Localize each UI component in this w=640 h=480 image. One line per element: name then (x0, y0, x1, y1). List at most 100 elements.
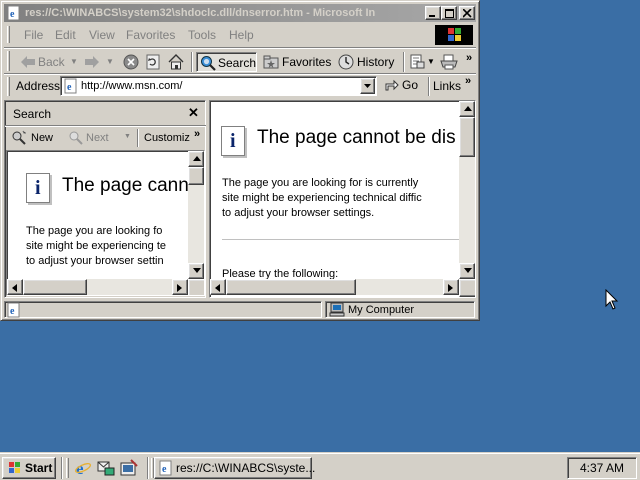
scroll-left-button[interactable] (210, 279, 226, 295)
error-line: The page you are looking for is currentl… (222, 177, 419, 189)
svg-text:e: e (162, 464, 167, 475)
info-icon: i (26, 173, 50, 203)
toolbar-separator (403, 52, 405, 72)
search-next-icon (69, 131, 83, 145)
scroll-thumb[interactable] (23, 279, 87, 295)
addressbar-grip[interactable] (7, 77, 10, 96)
menu-favorites[interactable]: Favorites (126, 28, 175, 42)
links-chevron-icon[interactable]: » (465, 75, 471, 87)
scroll-left-button[interactable] (7, 279, 23, 295)
search-pane-close-icon[interactable]: ✕ (188, 105, 199, 121)
refresh-button[interactable] (144, 52, 162, 72)
scroll-thumb[interactable] (226, 279, 356, 295)
search-toolbar-separator (137, 129, 139, 147)
forward-dropdown-icon[interactable]: ▼ (106, 52, 114, 72)
search-error-line: site might be experiencing te (26, 240, 167, 252)
outlook-express-icon[interactable] (97, 459, 115, 477)
links-button[interactable]: Links (433, 79, 461, 93)
menu-help[interactable]: Help (229, 28, 254, 42)
home-icon (168, 54, 184, 70)
menu-tools[interactable]: Tools (188, 28, 216, 42)
search-button[interactable]: Search (196, 52, 257, 72)
scroll-up-button[interactable] (459, 101, 475, 117)
close-button[interactable] (459, 6, 475, 20)
menu-edit[interactable]: Edit (55, 28, 76, 42)
browser-window: e res://C:\WINABCS\system32\shdoclc.dll/… (0, 0, 480, 321)
search-customize-button[interactable]: Customiz (144, 132, 190, 144)
windows-flag-icon (9, 462, 20, 473)
addressbar-separator (428, 77, 430, 96)
toolbar-chevron-icon[interactable]: » (466, 48, 472, 68)
scroll-corner (188, 279, 204, 295)
content-divider (222, 239, 459, 241)
show-desktop-icon[interactable] (120, 459, 138, 477)
search-pane-content: i The page cann The page you are looking… (6, 150, 205, 296)
clock[interactable]: 4:37 AM (580, 461, 624, 475)
go-arrow-icon (385, 79, 399, 91)
my-computer-icon (329, 302, 345, 317)
chevron-down-icon (364, 84, 371, 88)
refresh-icon (146, 54, 160, 70)
address-dropdown-button[interactable] (360, 78, 375, 94)
menu-file[interactable]: File (24, 28, 43, 42)
error-line: site might be experiencing technical dif… (222, 192, 422, 204)
error-line: to adjust your browser settings. (222, 207, 375, 219)
scroll-corner (459, 279, 475, 297)
status-bar: e My Computer (4, 300, 476, 319)
scroll-thumb[interactable] (459, 117, 475, 157)
back-dropdown-icon[interactable]: ▼ (70, 52, 78, 72)
stop-icon (123, 54, 139, 70)
taskbar: Start e e res://C:\WINABCS\syste... 4:37… (0, 452, 640, 480)
mail-dropdown-icon[interactable]: ▼ (427, 52, 435, 72)
main-vertical-scrollbar[interactable] (459, 101, 475, 279)
taskbar-separator (61, 457, 63, 479)
title-bar[interactable]: e res://C:\WINABCS\system32\shdoclc.dll/… (4, 4, 476, 22)
svg-text:e: e (10, 306, 15, 317)
taskbar-window-button[interactable]: e res://C:\WINABCS\syste... (154, 457, 315, 479)
scroll-right-button[interactable] (443, 279, 459, 295)
address-bar: Address e http://www.msn.com/ Go Links » (4, 73, 476, 98)
mouse-cursor-icon (605, 289, 619, 310)
search-toolbar-chevron-icon[interactable]: » (194, 128, 200, 140)
search-next-dropdown-icon[interactable]: ▼ (124, 133, 131, 140)
search-pane: Search ✕ New Next ▼ Customiz » i The pag… (4, 100, 207, 298)
scroll-right-button[interactable] (172, 279, 188, 295)
minimize-button[interactable] (425, 6, 441, 20)
scroll-thumb[interactable] (188, 167, 204, 185)
menu-view[interactable]: View (89, 28, 115, 42)
forward-arrow-icon (85, 56, 99, 68)
ie-page-icon: e (7, 302, 20, 318)
svg-text:e: e (10, 9, 15, 20)
svg-text:e: e (67, 82, 72, 93)
main-horizontal-scrollbar[interactable] (210, 279, 459, 295)
scroll-down-button[interactable] (459, 263, 475, 279)
search-error-line: to adjust your browser settin (26, 255, 164, 267)
favorites-button[interactable]: Favorites (261, 52, 331, 72)
printer-icon (440, 54, 458, 70)
print-button[interactable] (439, 52, 459, 72)
scroll-down-button[interactable] (188, 263, 204, 279)
maximize-button[interactable] (441, 6, 457, 20)
back-button[interactable]: Back ▼ (18, 52, 78, 72)
quicklaunch-grip[interactable] (66, 458, 69, 478)
stop-button[interactable] (122, 52, 140, 72)
status-zone-label: My Computer (348, 304, 415, 316)
menu-bar: File Edit View Favorites Tools Help (4, 24, 476, 45)
back-arrow-icon (21, 56, 35, 68)
history-button[interactable]: History (337, 52, 397, 72)
history-clock-icon (338, 54, 354, 70)
start-button[interactable]: Start (2, 457, 56, 479)
home-button[interactable] (167, 52, 185, 72)
menu-grip[interactable] (7, 26, 10, 43)
scroll-up-button[interactable] (188, 151, 204, 167)
mail-button[interactable]: ▼ (408, 52, 435, 72)
address-label: Address (16, 79, 61, 93)
address-input[interactable]: e http://www.msn.com/ (60, 76, 377, 96)
forward-button[interactable]: ▼ (84, 52, 118, 72)
toolbar-grip[interactable] (7, 51, 10, 71)
search-vertical-scrollbar[interactable] (188, 151, 204, 279)
internet-explorer-icon[interactable]: e (74, 459, 92, 477)
search-horizontal-scrollbar[interactable] (7, 279, 188, 295)
taskbar-separator (147, 457, 149, 479)
favorites-folder-icon (263, 55, 279, 69)
